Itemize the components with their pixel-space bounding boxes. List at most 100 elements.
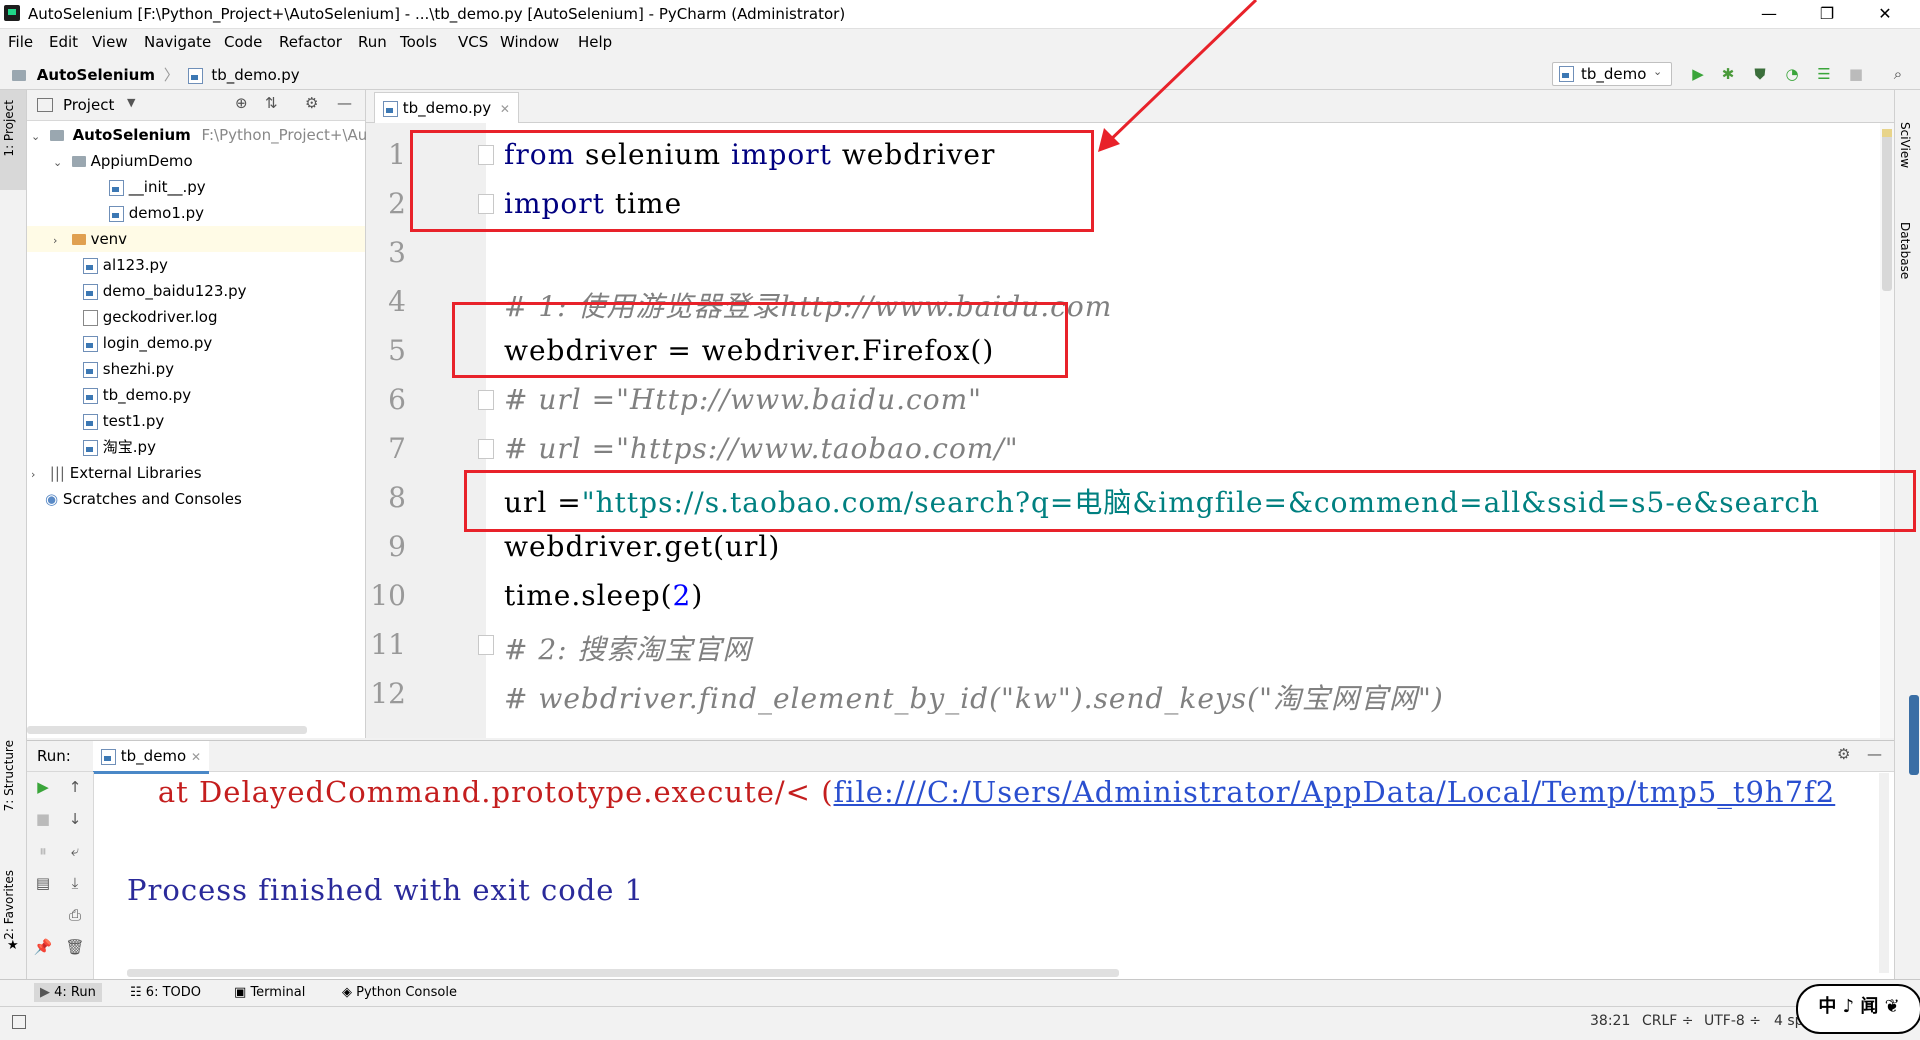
menu-edit[interactable]: Edit (49, 33, 78, 51)
line-number: 7 (388, 432, 406, 465)
sciview-tool-tab[interactable]: SciView (1898, 122, 1912, 168)
tool-tab-todo[interactable]: ☷ 6: TODO (124, 983, 207, 1002)
gear-icon[interactable]: ⚙ (305, 94, 318, 112)
chevron-right-icon: › (31, 468, 36, 481)
pause-icon[interactable]: ⏸ (32, 840, 54, 862)
hide-panel-icon[interactable]: — (1867, 745, 1882, 763)
annotation-box (452, 302, 1068, 378)
tree-item-label: venv (90, 230, 128, 248)
tree-item-login-demo[interactable]: login_demo.py (83, 330, 212, 356)
scroll-to-end-icon[interactable]: ⤓ (64, 872, 86, 894)
tree-item-label: al123.py (102, 256, 168, 274)
python-file-icon (101, 748, 116, 765)
breadcrumb-file[interactable]: tb_demo.py (211, 66, 299, 84)
concurrency-icon[interactable]: ☰ (1814, 64, 1834, 84)
horizontal-scrollbar[interactable] (127, 969, 1119, 977)
caret-position[interactable]: 38:21 (1590, 1013, 1630, 1029)
tool-tab-terminal[interactable]: ▣ Terminal (228, 983, 311, 1002)
line-number: 2 (388, 187, 406, 220)
tree-item-test1[interactable]: test1.py (83, 408, 164, 434)
close-button[interactable]: ✕ (1856, 0, 1914, 28)
fold-marker[interactable] (478, 635, 494, 655)
tree-item-scratches[interactable]: ◉ Scratches and Consoles (45, 486, 242, 512)
hide-panel-icon[interactable]: — (337, 94, 352, 112)
database-tool-tab[interactable]: Database (1898, 222, 1912, 279)
tool-tab-run[interactable]: ▶ 4: Run (34, 983, 102, 1002)
run-icon: ▶ (40, 985, 50, 1000)
locate-icon[interactable]: ⊕ (235, 94, 248, 112)
annotation-box (410, 130, 1094, 232)
tree-item-taobao[interactable]: 淘宝.py (83, 434, 156, 460)
favorites-tool-tab[interactable]: 2: Favorites (2, 870, 24, 940)
close-tab-icon[interactable]: ✕ (500, 102, 510, 116)
run-configuration-select[interactable]: tb_demo ⌄ (1552, 62, 1672, 86)
gear-icon[interactable]: ⚙ (1837, 745, 1850, 763)
toggle-tool-windows-icon[interactable] (12, 1015, 26, 1029)
tree-item-geckodriver-log[interactable]: geckodriver.log (83, 304, 218, 330)
tree-item-shezhi[interactable]: shezhi.py (83, 356, 174, 382)
menu-file[interactable]: File (8, 33, 33, 51)
tree-item-al123[interactable]: al123.py (83, 252, 168, 278)
console-exit-line: Process finished with exit code 1 (127, 873, 645, 907)
breadcrumb-project[interactable]: AutoSelenium (37, 66, 155, 84)
scroll-up-icon[interactable]: ↑ (64, 776, 86, 798)
menu-window[interactable]: Window (500, 33, 559, 51)
debug-icon[interactable]: ✱ (1718, 64, 1738, 84)
soft-wrap-icon[interactable]: ⤶ (64, 840, 86, 862)
menu-help[interactable]: Help (578, 33, 612, 51)
editor-scrollbar[interactable] (1880, 123, 1894, 738)
scroll-thumb[interactable] (1882, 131, 1892, 291)
tree-item-demo1[interactable]: demo1.py (109, 200, 204, 226)
code-text: ) (691, 579, 704, 612)
horizontal-scrollbar[interactable] (27, 726, 307, 734)
print-icon[interactable]: ⎙ (64, 904, 86, 926)
profile-icon[interactable]: ◔ (1782, 64, 1802, 84)
pin-icon[interactable]: 📌 (32, 936, 54, 958)
collapse-all-icon[interactable]: ⇅ (265, 94, 278, 112)
menu-refactor[interactable]: Refactor (279, 33, 342, 51)
menu-code[interactable]: Code (224, 33, 262, 51)
run-icon[interactable]: ▶ (1688, 64, 1708, 84)
minimize-button[interactable]: — (1740, 0, 1798, 28)
tree-root[interactable]: ⌄ AutoSelenium F:\Python_Project+\Aut (31, 122, 373, 148)
search-everywhere-icon[interactable]: ⌕ (1888, 64, 1908, 84)
chevron-down-icon[interactable]: ▼ (127, 96, 135, 109)
menu-navigate[interactable]: Navigate (144, 33, 211, 51)
tool-tab-python-console[interactable]: ◈ Python Console (336, 983, 463, 1002)
code-line-11: # 2: 搜索淘宝官网 (504, 633, 752, 666)
menu-run[interactable]: Run (358, 33, 387, 51)
tree-item-demo-baidu123[interactable]: demo_baidu123.py (83, 278, 247, 304)
code-line-6: # url ="Http://www.baidu.com" (504, 383, 982, 416)
scroll-down-icon[interactable]: ↓ (64, 808, 86, 830)
menu-view[interactable]: View (92, 33, 128, 51)
fold-marker[interactable] (478, 390, 494, 410)
tree-item-tb-demo[interactable]: tb_demo.py (83, 382, 191, 408)
layout-icon[interactable]: ▤ (32, 872, 54, 894)
tree-item-external-libraries[interactable]: › ||| External Libraries (31, 460, 202, 486)
menu-vcs[interactable]: VCS (458, 33, 488, 51)
restore-button[interactable]: ❐ (1798, 0, 1856, 28)
project-view-select[interactable]: Project (63, 96, 114, 114)
close-tab-icon[interactable]: ✕ (191, 750, 201, 764)
structure-tool-tab[interactable]: 7: Structure (2, 740, 24, 811)
file-encoding[interactable]: UTF-8 ÷ (1704, 1013, 1761, 1029)
coverage-icon[interactable]: ⛊ (1750, 64, 1770, 84)
stop-icon[interactable]: ■ (32, 808, 54, 830)
run-tab[interactable]: tb_demo ✕ (93, 741, 210, 774)
console-file-link[interactable]: file:///C:/Users/Administrator/AppData/L… (834, 775, 1836, 809)
line-separator[interactable]: CRLF ÷ (1642, 1013, 1694, 1029)
tree-item-appiumdemo[interactable]: ⌄ AppiumDemo (53, 148, 193, 174)
fold-marker[interactable] (478, 439, 494, 459)
trash-icon[interactable]: 🗑 (64, 936, 86, 958)
vertical-scrollbar[interactable] (1879, 773, 1889, 973)
tree-item-init[interactable]: __init__.py (109, 174, 206, 200)
tab-tb-demo[interactable]: tb_demo.py ✕ (374, 92, 519, 123)
run-tab-label: tb_demo (120, 747, 187, 765)
project-tool-tab[interactable]: 1: Project (0, 90, 26, 190)
window-title: AutoSelenium [F:\Python_Project+\AutoSel… (28, 5, 846, 23)
tree-item-venv[interactable]: › venv (27, 226, 365, 252)
menu-tools[interactable]: Tools (400, 33, 437, 51)
rerun-icon[interactable]: ▶ (32, 776, 54, 798)
stop-icon[interactable]: ■ (1846, 64, 1866, 84)
warning-marker (1882, 129, 1892, 137)
